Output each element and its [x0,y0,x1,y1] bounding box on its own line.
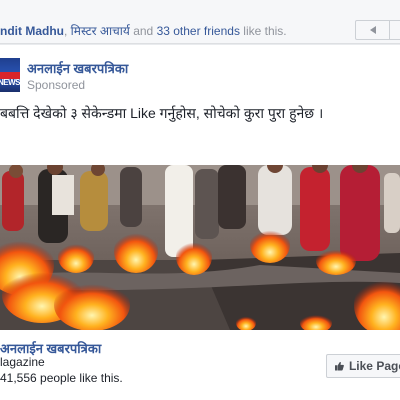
pager [355,20,400,40]
page-category: lagazine [0,355,45,369]
post-text: बबत्ति देखेको ३ सेकेन्डमा Like गर्नुहोस,… [0,105,324,121]
post-photo[interactable] [0,165,400,330]
sponsored-label[interactable]: Sponsored [27,78,85,92]
news-logo-icon[interactable]: NEWS [0,58,20,92]
fire-ritual-photo [0,165,400,330]
next-button[interactable] [391,21,400,39]
thumbs-up-icon [335,361,344,371]
friends-header: ndit Madhu, मिस्टर आचार्य and 33 other f… [0,0,400,44]
page-like-count: 41,556 people like this. [0,371,123,385]
previous-button[interactable] [356,21,390,39]
friend-name-link[interactable]: ndit Madhu [0,24,64,38]
friends-like-line: ndit Madhu, मिस्टर आचार्य and 33 other f… [0,22,287,39]
friend-name-link-2[interactable]: मिस्टर आचार्य [71,24,130,38]
separator: , [63,24,71,38]
and-text: and [129,24,157,38]
page-name-link[interactable]: अनलाईन खबरपत्रिका [27,59,128,77]
like-page-button[interactable]: Like Page [326,354,400,378]
like-page-label: Like Page [348,359,400,373]
like-this-text: like this. [239,24,287,38]
other-friends-link[interactable]: 33 other friends [157,24,240,38]
previous-arrow-icon [369,26,376,34]
